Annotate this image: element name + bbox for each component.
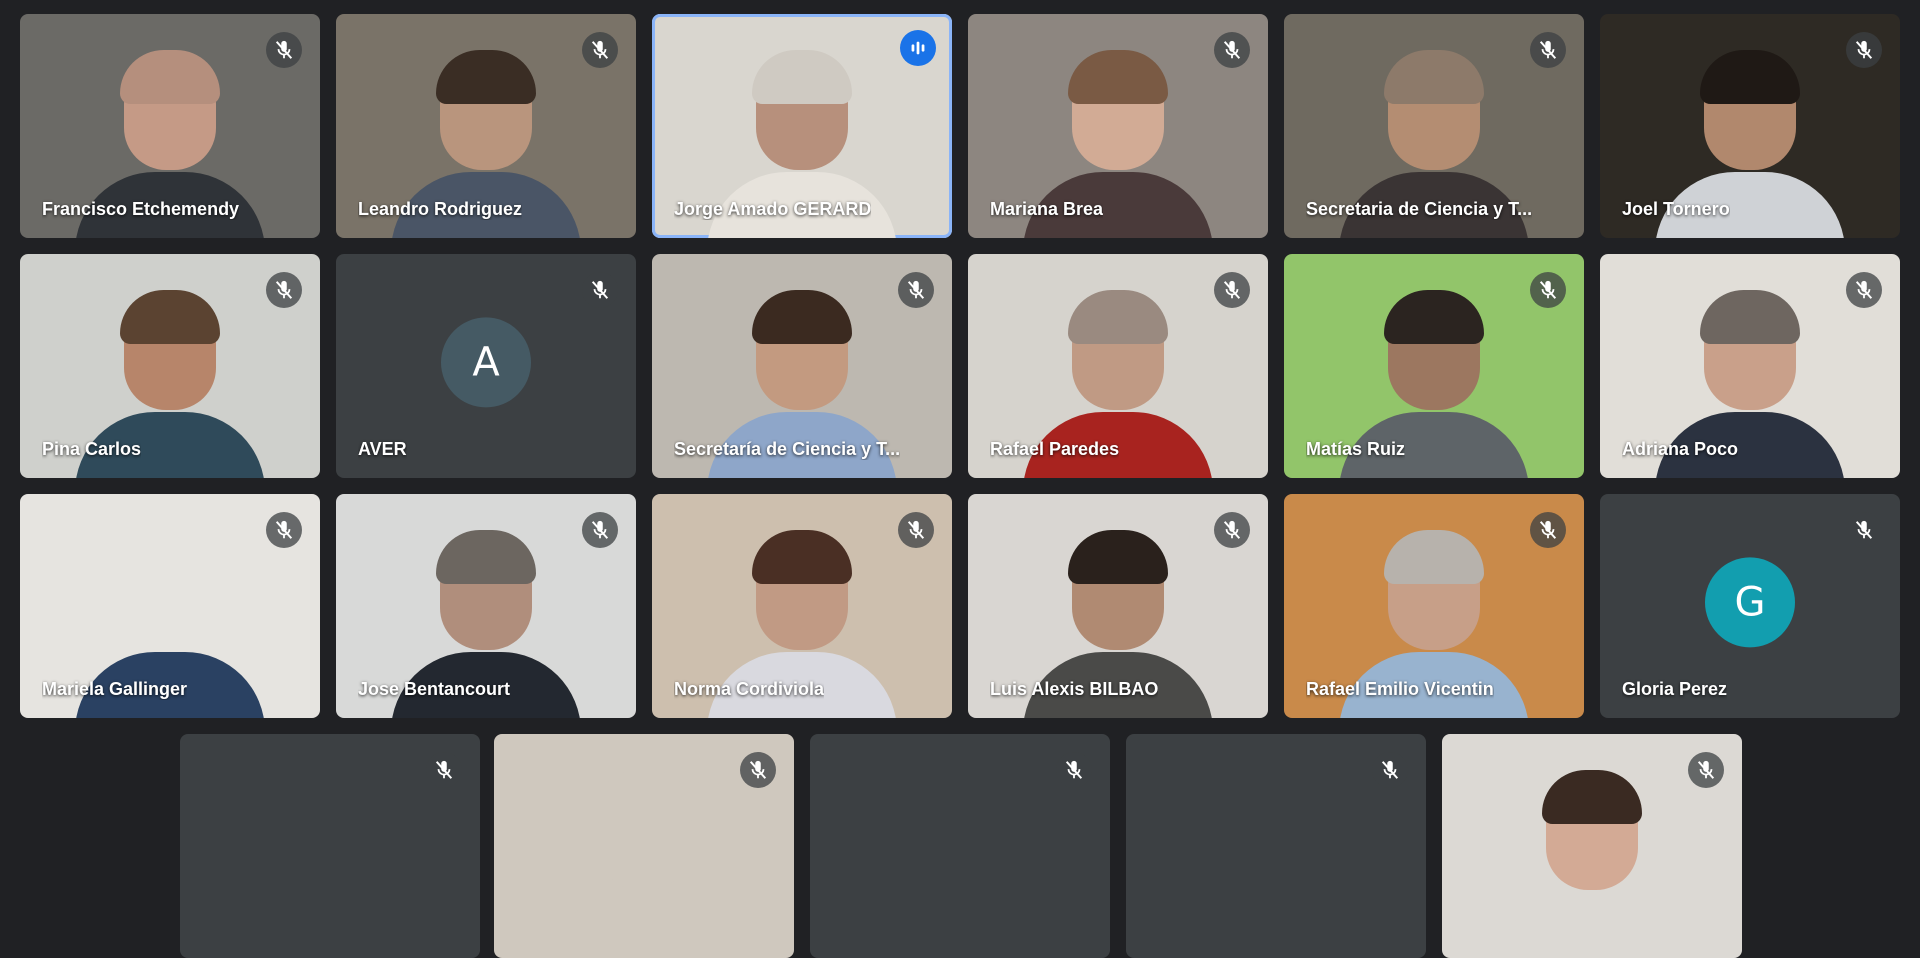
participant-hair [436, 530, 536, 584]
participant-hair [120, 50, 220, 104]
participant-tile[interactable] [180, 734, 480, 958]
participant-name: Matías Ruiz [1306, 439, 1406, 459]
mic-off-icon [740, 752, 776, 788]
mic-off-icon [1846, 512, 1882, 548]
mic-off-icon [582, 272, 618, 308]
participant-hair [1384, 290, 1484, 344]
mic-off-icon [898, 272, 934, 308]
participant-name: Norma Cordiviola [674, 679, 825, 699]
participant-avatar: G [1705, 557, 1795, 648]
mic-off-icon [1846, 32, 1882, 68]
participant-name: Joel Tornero [1622, 199, 1730, 219]
participant-hair [1068, 290, 1168, 344]
participant-hair [1700, 50, 1800, 104]
participant-name: Jorge Amado GERARD [674, 199, 872, 219]
participant-tile[interactable]: Mariana Brea [968, 14, 1268, 238]
participant-name: Pina Carlos [42, 439, 142, 459]
participant-hair [752, 290, 852, 344]
participant-tile[interactable]: Mariela Gallinger [20, 494, 320, 718]
participant-hair [752, 530, 852, 584]
participant-tile[interactable]: Secretaria de Ciencia y T... [1284, 14, 1584, 238]
mic-off-icon [1846, 272, 1882, 308]
participant-name: AVER [358, 439, 407, 459]
participant-name: Mariela Gallinger [42, 679, 188, 699]
mic-off-icon [582, 32, 618, 68]
participant-name: Jose Bentancourt [358, 679, 511, 699]
participant-tile[interactable]: Matías Ruiz [1284, 254, 1584, 478]
mic-off-icon [1688, 752, 1724, 788]
participant-tile[interactable]: Jorge Amado GERARD [652, 14, 952, 238]
participant-name: Rafael Emilio Vicentin [1306, 679, 1494, 699]
mic-off-icon [1530, 32, 1566, 68]
participant-tile[interactable]: Luis Alexis BILBAO [968, 494, 1268, 718]
participant-tile[interactable]: Norma Cordiviola [652, 494, 952, 718]
participant-name: Mariana Brea [990, 199, 1104, 219]
mic-off-icon [426, 752, 462, 788]
participant-hair [1384, 530, 1484, 584]
participant-body [549, 892, 739, 958]
participant-hair [1384, 50, 1484, 104]
mic-off-icon [266, 272, 302, 308]
participant-hair [1068, 50, 1168, 104]
participant-silhouette [1497, 770, 1687, 958]
mic-off-icon [898, 512, 934, 548]
participant-silhouette [549, 770, 739, 958]
participant-tile[interactable]: Rafael Paredes [968, 254, 1268, 478]
participant-tile[interactable] [1126, 734, 1426, 958]
participant-name: Francisco Etchemendy [42, 199, 240, 219]
participant-tile[interactable]: Pina Carlos [20, 254, 320, 478]
mic-off-icon [1530, 272, 1566, 308]
participant-name: Secretaria de Ciencia y T... [1306, 199, 1533, 219]
participant-tile[interactable] [494, 734, 794, 958]
participant-name: Leandro Rodriguez [358, 199, 523, 219]
mic-off-icon [266, 32, 302, 68]
mic-off-icon [1214, 32, 1250, 68]
participant-hair [594, 770, 694, 824]
mic-off-icon [1214, 512, 1250, 548]
participant-hair [1068, 530, 1168, 584]
mic-off-icon [1372, 752, 1408, 788]
participant-name: Gloria Perez [1622, 679, 1728, 699]
participant-grid: Francisco Etchemendy Leandro Rodriguez Jor… [0, 0, 1920, 958]
participant-tile[interactable]: Leandro Rodriguez [336, 14, 636, 238]
participant-hair [120, 290, 220, 344]
participant-hair [120, 530, 220, 584]
mic-off-icon [1056, 752, 1092, 788]
mic-off-icon [1530, 512, 1566, 548]
participant-tile[interactable] [810, 734, 1110, 958]
participant-tile[interactable]: A AVER [336, 254, 636, 478]
participant-name: Rafael Paredes [990, 439, 1120, 459]
participant-hair [1700, 290, 1800, 344]
participant-hair [752, 50, 852, 104]
mic-off-icon [266, 512, 302, 548]
participant-tile[interactable]: Secretaría de Ciencia y T... [652, 254, 952, 478]
participant-tile[interactable]: Joel Tornero [1600, 14, 1900, 238]
mic-off-icon [582, 512, 618, 548]
participant-hair [1542, 770, 1642, 824]
participant-avatar: A [441, 317, 531, 408]
participant-tile[interactable]: Rafael Emilio Vicentin [1284, 494, 1584, 718]
participant-tile[interactable] [1442, 734, 1742, 958]
participant-tile[interactable]: Jose Bentancourt [336, 494, 636, 718]
participant-tile[interactable]: Francisco Etchemendy [20, 14, 320, 238]
participant-name: Secretaría de Ciencia y T... [674, 439, 901, 459]
participant-tile[interactable]: G Gloria Perez [1600, 494, 1900, 718]
participant-body [1497, 892, 1687, 958]
mic-off-icon [1214, 272, 1250, 308]
participant-name: Adriana Poco [1622, 439, 1739, 459]
participant-hair [436, 50, 536, 104]
speaking-indicator-icon [900, 30, 936, 66]
participant-tile[interactable]: Adriana Poco [1600, 254, 1900, 478]
participant-name: Luis Alexis BILBAO [990, 679, 1159, 699]
